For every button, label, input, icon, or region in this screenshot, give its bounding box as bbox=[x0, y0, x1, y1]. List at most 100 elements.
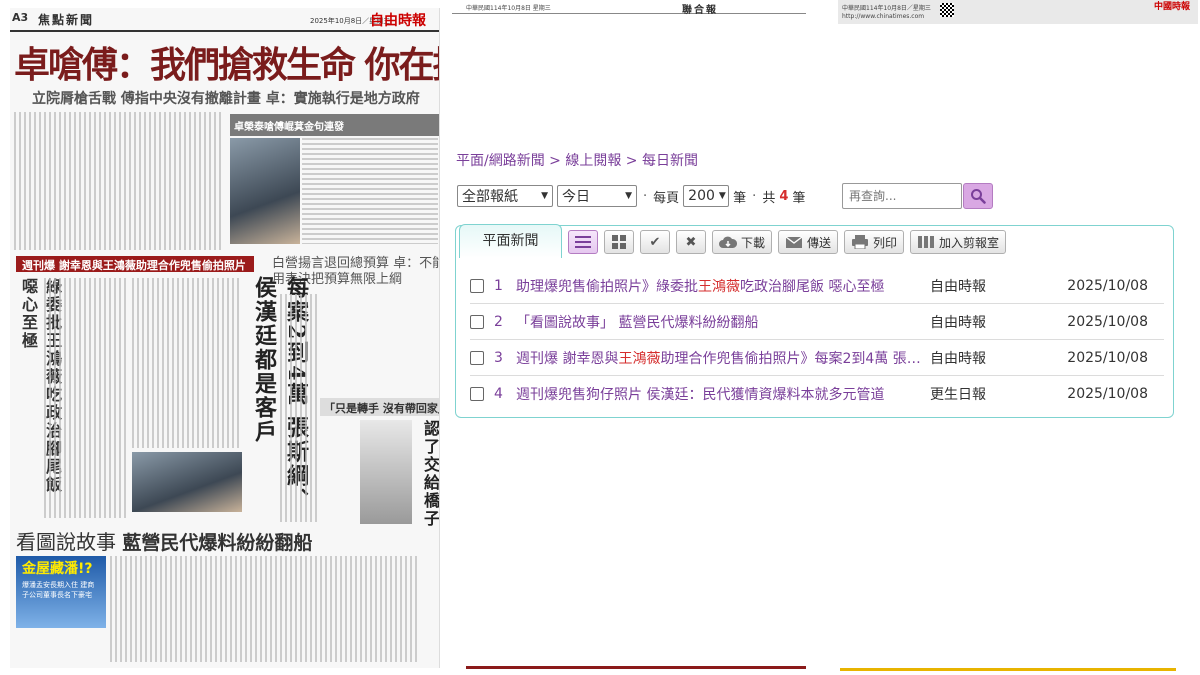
chevron-down-icon: ▼ bbox=[718, 191, 726, 201]
paper-select[interactable]: 全部報紙 ▼ bbox=[457, 185, 553, 207]
publish-date: 2025/10/08 bbox=[1067, 313, 1148, 330]
result-row: 1 助理爆兜售偷拍照片》綠委批王鴻薇吃政治腳尾飯 噁心至極 自由時報 2025/10/… bbox=[470, 268, 1164, 304]
print-label: 列印 bbox=[873, 235, 898, 250]
udn-logo: 聯合報 bbox=[682, 5, 718, 16]
grid-view-button[interactable] bbox=[604, 230, 634, 254]
grid-icon bbox=[612, 235, 626, 249]
unit-label: 筆 bbox=[792, 190, 806, 206]
title-highlight: 王鴻薇 bbox=[698, 278, 740, 295]
chinatimes-header-strip: 中華民國114年10月8日／星期三 http://www.chinatimes.c… bbox=[838, 0, 1198, 24]
result-row: 3 週刊爆 謝幸恩與王鴻薇助理合作兜售偷拍照片》每案2到4萬 張斯綱、侯漢廷都是客… bbox=[470, 340, 1164, 376]
news-photo bbox=[360, 420, 412, 524]
add-clipping-label: 加入剪報室 bbox=[939, 235, 1000, 250]
print-button[interactable]: 列印 bbox=[844, 230, 905, 254]
search-icon bbox=[971, 189, 986, 204]
mail-icon bbox=[785, 235, 803, 248]
toolbar: ✔ ✖ 下載 傳送 列印 加入剪報室 bbox=[568, 230, 1007, 254]
binders-icon bbox=[918, 236, 935, 248]
feature-title: 藍營民代爆料紛紛翻船 bbox=[122, 532, 313, 554]
total-label: 共 bbox=[762, 190, 776, 206]
row-number: 2 bbox=[494, 313, 503, 330]
article-text-block bbox=[280, 294, 320, 522]
article-title-link[interactable]: 週刊爆 謝幸恩與王鴻薇助理合作兜售偷拍照片》每案2到4萬 張斯綱、侯漢廷都是客戶 bbox=[516, 348, 930, 368]
list-view-button[interactable] bbox=[568, 230, 598, 254]
row-number: 4 bbox=[494, 386, 503, 402]
quote-box: 「只是轉手 沒有帶回家」 bbox=[320, 398, 439, 416]
separator-dot: · bbox=[643, 188, 648, 204]
send-button[interactable]: 傳送 bbox=[778, 230, 839, 254]
article-text-block bbox=[110, 556, 420, 662]
udn-date: 中華民國114年10月8日 星期三 bbox=[466, 5, 551, 12]
source-name: 自由時報 bbox=[930, 314, 986, 331]
chevron-down-icon: ▼ bbox=[541, 191, 548, 201]
close-icon: ✖ bbox=[685, 234, 697, 250]
title-highlight: 王鴻薇 bbox=[618, 350, 661, 367]
row-checkbox[interactable] bbox=[470, 387, 484, 401]
breadcrumb[interactable]: 平面/網路新聞 > 線上閱報 > 每日新聞 bbox=[456, 150, 698, 170]
newspaper-logo: 自由時報 bbox=[370, 13, 426, 29]
section-name: 焦點新聞 bbox=[38, 13, 95, 27]
publish-date: 2025/10/08 bbox=[1067, 349, 1148, 366]
publish-date: 2025/10/08 bbox=[1067, 386, 1148, 402]
feature-headline: 看圖說故事 藍營民代爆料紛紛翻船 bbox=[16, 526, 312, 555]
title-text: 助理爆兜售偷拍照片》綠委批 bbox=[516, 278, 698, 295]
search-button[interactable] bbox=[963, 183, 993, 209]
tv-screenshot: 金屋藏潘!? 爆潘孟安長期入住 建商子公司董事長名下豪宅 bbox=[16, 556, 106, 628]
source-name: 自由時報 bbox=[930, 278, 986, 295]
tab-print-news[interactable]: 平面新聞 bbox=[459, 224, 562, 258]
add-clipping-button[interactable]: 加入剪報室 bbox=[910, 230, 1007, 254]
article-title-link[interactable]: 助理爆兜售偷拍照片》綠委批王鴻薇吃政治腳尾飯 噁心至極 bbox=[516, 276, 930, 296]
deselect-button[interactable]: ✖ bbox=[676, 230, 706, 254]
article-text-block bbox=[44, 278, 128, 518]
row-number: 3 bbox=[494, 349, 503, 366]
chinatimes-url: http://www.chinatimes.com bbox=[842, 13, 925, 20]
article-title-link[interactable]: 「看圖說故事」 藍營民代爆料紛紛翻船 bbox=[516, 312, 930, 332]
result-row: 2 「看圖說故事」 藍營民代爆料紛紛翻船 自由時報 2025/10/08 bbox=[470, 304, 1164, 340]
title-text: 助理合作兜售偷拍照片》每案2到4萬 張斯綱、侯漢廷都是客戶 bbox=[660, 350, 930, 367]
newspaper-scan: A3 焦點新聞 2025年10月8日／星期三 自由時報 卓嗆傅：我們搶救生命 你… bbox=[10, 8, 440, 668]
row-checkbox[interactable] bbox=[470, 350, 484, 365]
date-select-value: 今日 bbox=[562, 189, 590, 205]
paper-select-value: 全部報紙 bbox=[462, 189, 518, 205]
results-list: 1 助理爆兜售偷拍照片》綠委批王鴻薇吃政治腳尾飯 噁心至極 自由時報 2025/10/… bbox=[470, 268, 1164, 412]
printer-icon bbox=[852, 235, 869, 249]
download-button[interactable]: 下載 bbox=[712, 230, 773, 254]
article-title-link[interactable]: 週刊爆兜售狗仔照片 侯漢廷：民代獲情資爆料本就多元管道 bbox=[516, 384, 930, 404]
search-input[interactable] bbox=[842, 183, 962, 209]
publish-date: 2025/10/08 bbox=[1067, 277, 1148, 294]
section-bar: 週刊爆 謝幸恩與王鴻薇助理合作兜售偷拍照片 bbox=[16, 256, 254, 272]
title-text: 吃政治腳尾飯 噁心至極 bbox=[740, 278, 885, 295]
list-icon bbox=[575, 236, 591, 248]
chinatimes-bottom-rule bbox=[840, 668, 1176, 671]
cloud-download-icon bbox=[719, 236, 737, 248]
source-name: 自由時報 bbox=[930, 350, 986, 367]
udn-header-strip: 中華民國114年10月8日 星期三 聯合報 bbox=[452, 0, 806, 16]
chevron-down-icon: ▼ bbox=[625, 191, 632, 201]
qr-code-icon bbox=[940, 3, 954, 17]
per-page-select[interactable]: 200 ▼ bbox=[683, 185, 730, 207]
results-panel: 平面新聞 ✔ ✖ 下載 傳送 列印 加入剪報室 1 助理爆兜售偷拍照片》綠委批王… bbox=[455, 224, 1174, 418]
article-text-block bbox=[132, 278, 242, 448]
unit-label: 筆 bbox=[733, 190, 747, 206]
per-page-label: 每頁 bbox=[653, 190, 680, 206]
row-number: 1 bbox=[494, 277, 503, 294]
sidebar-box-title: 卓榮泰嗆傅崐萁金句連發 bbox=[230, 114, 439, 136]
separator-dot: · bbox=[752, 188, 757, 204]
tv-title: 金屋藏潘!? bbox=[22, 561, 93, 577]
title-text: 「看圖說故事」 藍營民代爆料紛紛翻船 bbox=[516, 314, 759, 331]
date-select[interactable]: 今日 ▼ bbox=[557, 185, 637, 207]
row-checkbox[interactable] bbox=[470, 314, 484, 329]
title-text: 週刊爆 謝幸恩與 bbox=[516, 350, 619, 367]
article-text-block bbox=[302, 138, 438, 244]
feature-label: 看圖說故事 bbox=[16, 530, 116, 554]
result-row: 4 週刊爆兜售狗仔照片 侯漢廷：民代獲情資爆料本就多元管道 更生日報 2025/10/… bbox=[470, 376, 1164, 412]
row-checkbox[interactable] bbox=[470, 278, 484, 293]
chinatimes-logo: 中國時報 bbox=[1153, 2, 1190, 12]
title-text: 週刊爆兜售狗仔照片 侯漢廷：民代獲情資爆料本就多元管道 bbox=[516, 387, 885, 403]
newspaper-headline: 卓嗆傅：我們搶救生命 你在搶救政治生命 bbox=[14, 44, 439, 86]
news-photo bbox=[132, 452, 242, 512]
per-page-value: 200 bbox=[688, 188, 715, 204]
news-photo bbox=[230, 138, 300, 244]
vertical-headline: 陳溫助300萬 妙天千萬 柯都認了交給橋子 bbox=[421, 420, 440, 528]
select-all-button[interactable]: ✔ bbox=[640, 230, 670, 254]
